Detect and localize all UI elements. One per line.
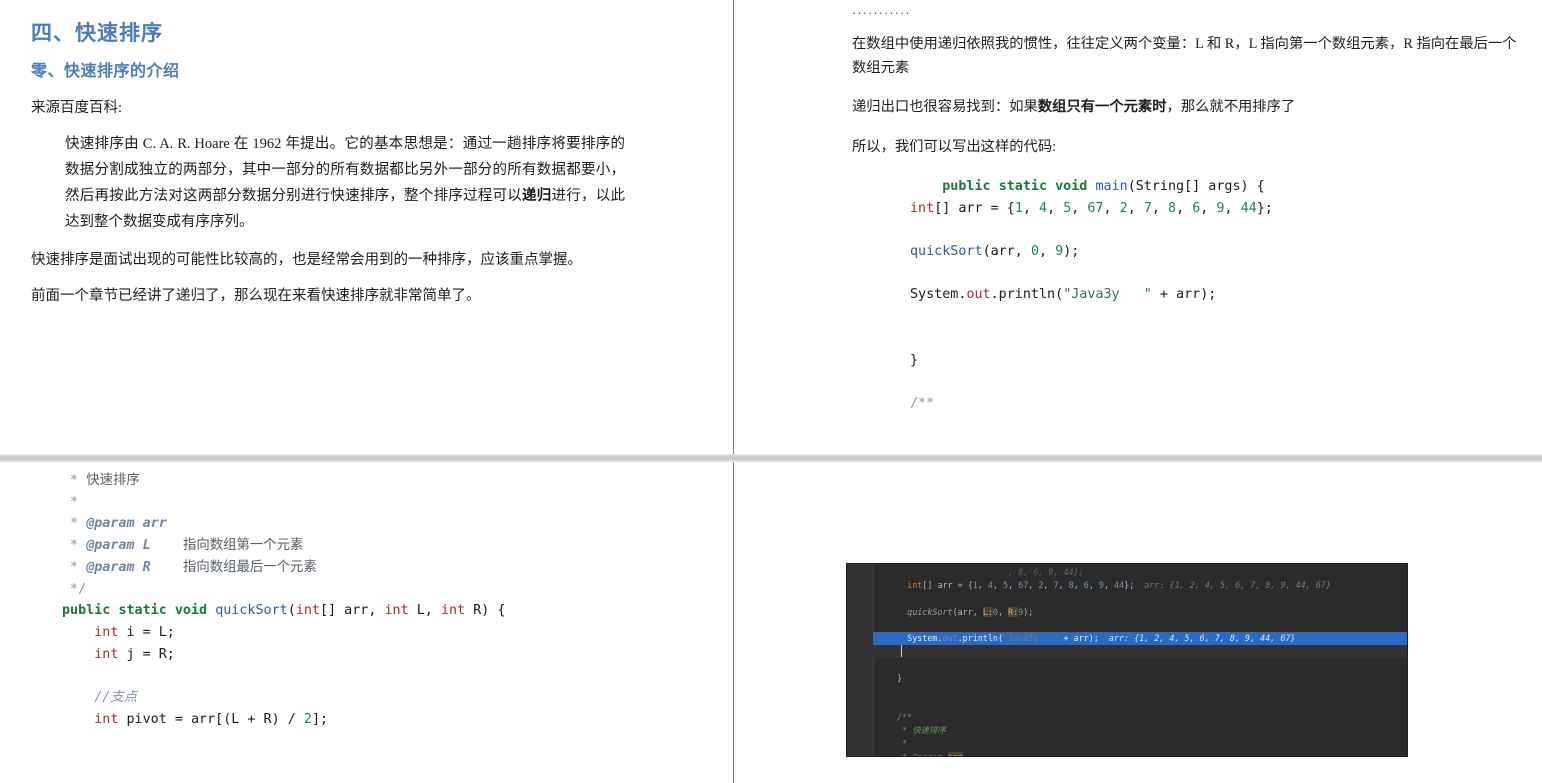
ide-line: * 快速排序 xyxy=(897,725,946,736)
ide-line xyxy=(873,658,1407,671)
paragraph-variables: 在数组中使用递归依照我的惯性，往往定义两个变量：L 和 R，L 指向第一个数组元… xyxy=(852,36,1517,76)
base-case-suffix: ，那么就不用排序了 xyxy=(1166,99,1296,116)
ide-line: * xyxy=(897,738,908,749)
pane-top-left: 四、快速排序 零、快速排序的介绍 来源百度百科: 快速排序由 C. A. R. … xyxy=(0,0,733,454)
ide-line xyxy=(873,685,1407,698)
paragraph-base-case: 递归出口也很容易找到：如果数组只有一个元素时，那么就不用排序了 xyxy=(852,96,1518,120)
section-subtitle: 零、快速排序的介绍 xyxy=(31,63,180,81)
paragraph-importance: 快速排序是面试出现的可能性比较高的，也是经常会用到的一种排序，应该重点掌握。 xyxy=(31,252,582,269)
pane-bottom-left: * 快速排序 * * @param arr * @param L 指向数组第一个… xyxy=(0,462,733,783)
ide-line: int[] arr = {1, 4, 5, 67, 2, 7, 8, 6, 9,… xyxy=(907,580,1331,591)
code-block-main: public static void main(String[] args) {… xyxy=(910,178,1273,411)
ide-line xyxy=(873,619,1407,632)
pane-top-right: ··········· 在数组中使用递归依照我的惯性，往往定义两个变量：L 和 … xyxy=(734,0,1542,454)
blockquote: 快速排序由 C. A. R. Hoare 在 1962 年提出。它的基本思想是：… xyxy=(65,132,625,235)
base-case-prefix: 递归出口也很容易找到：如果 xyxy=(852,99,1038,116)
page-title: 四、快速排序 xyxy=(31,22,163,45)
base-case-bold: 数组只有一个元素时 xyxy=(1037,99,1167,116)
pane-bottom-right: , 8, 6, 9, 44}; int[] arr = {1, 4, 5, 67… xyxy=(734,462,1542,783)
ellipsis-fragment: ··········· xyxy=(852,5,911,20)
ide-line xyxy=(873,592,1407,605)
quote-bold-term: 递归 xyxy=(522,187,552,204)
paragraph-code-intro: 所以，我们可以写出这样的代码: xyxy=(852,139,1057,156)
ide-line-selected[interactable]: System.out.println("Java3y " + arr); arr… xyxy=(873,631,1407,646)
horizontal-divider xyxy=(0,454,1542,462)
slide-grid: 四、快速排序 零、快速排序的介绍 来源百度百科: 快速排序由 C. A. R. … xyxy=(0,0,1542,783)
ide-line-caret[interactable] xyxy=(873,645,1407,659)
ide-line: * @param arr xyxy=(873,751,1407,756)
ide-line: , 8, 6, 9, 44}; xyxy=(887,567,1084,577)
ide-code-lines: , 8, 6, 9, 44}; int[] arr = {1, 4, 5, 67… xyxy=(873,564,1407,756)
paragraph-recursion-note: 前面一个章节已经讲了递归了，那么现在来看快速排序就非常简单了。 xyxy=(31,287,481,304)
source-label: 来源百度百科: xyxy=(31,99,123,116)
ide-line: } xyxy=(887,672,903,683)
ide-line: quickSort(arr, L:0, R:9); xyxy=(907,606,1034,617)
ide-line: /** xyxy=(897,712,913,723)
ide-gutter xyxy=(847,564,874,756)
ide-screenshot: , 8, 6, 9, 44}; int[] arr = {1, 4, 5, 67… xyxy=(846,563,1408,757)
ide-line xyxy=(873,698,1407,711)
code-block-quicksort: * 快速排序 * * @param arr * @param L 指向数组第一个… xyxy=(62,473,506,727)
